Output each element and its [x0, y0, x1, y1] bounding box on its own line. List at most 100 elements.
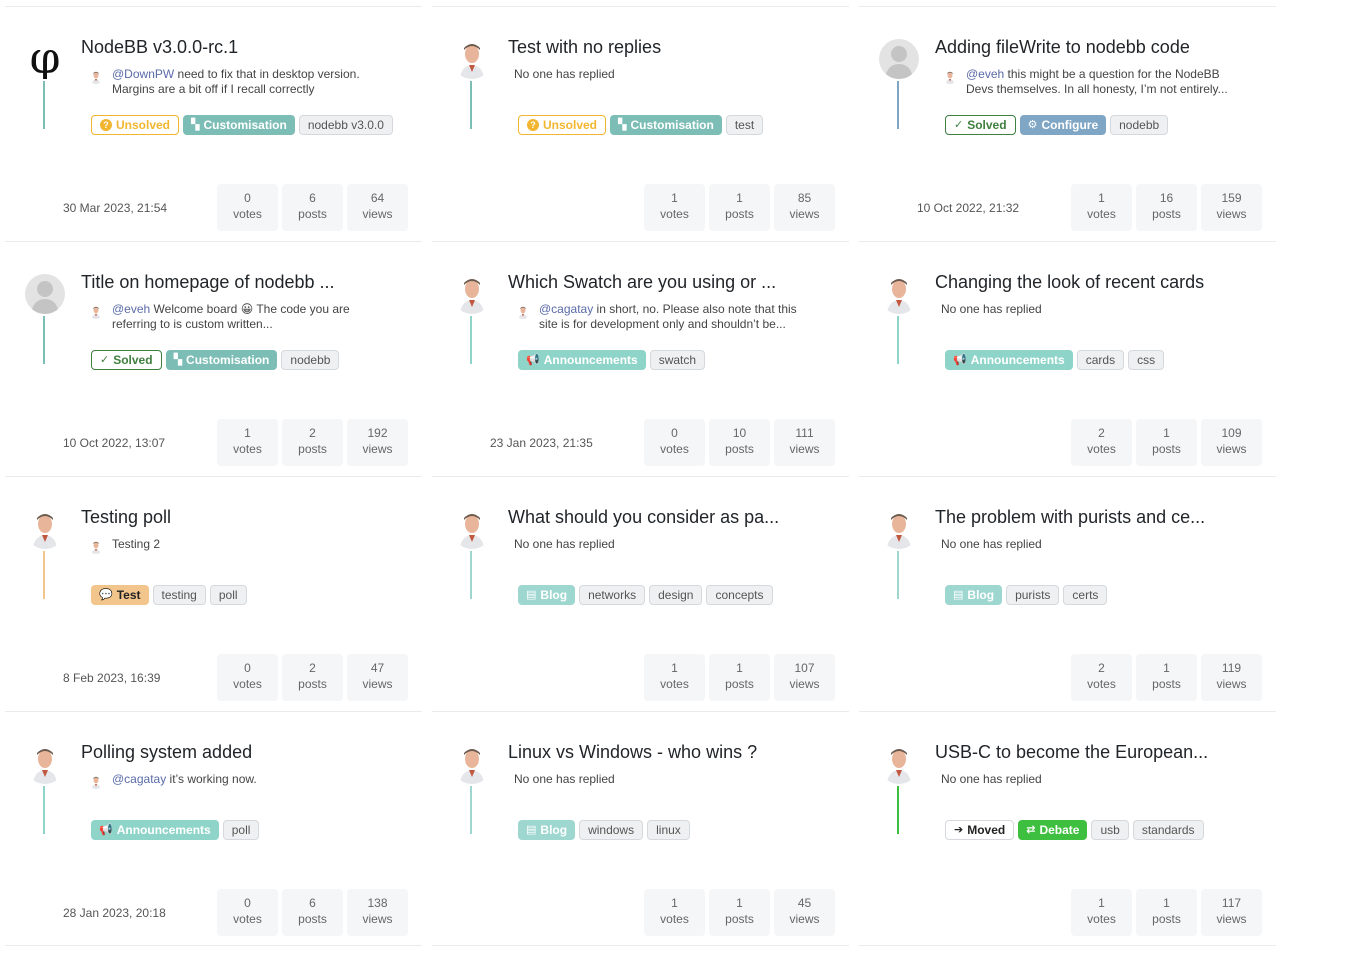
views-count: 117 views [1201, 889, 1262, 936]
badge-icon: ▚ [173, 354, 183, 366]
views-number: 47 [370, 661, 385, 675]
category-badge[interactable]: ▚ Customisation [165, 350, 278, 370]
category-badge[interactable]: 💬 Test [91, 585, 149, 605]
tag[interactable]: usb [1091, 820, 1129, 840]
topic-title[interactable]: Changing the look of recent cards [935, 272, 1204, 293]
avatar[interactable] [452, 274, 492, 314]
topic-card[interactable]: Adding fileWrite to nodebb code @eveh thi… [859, 6, 1276, 241]
teaser-avatar[interactable] [89, 540, 103, 554]
status-badge[interactable]: ✓ Solved [945, 115, 1016, 135]
teaser-avatar[interactable] [943, 70, 957, 84]
category-badge[interactable]: 📢 Announcements [518, 350, 646, 370]
avatar[interactable] [452, 744, 492, 784]
topic-title[interactable]: Adding fileWrite to nodebb code [935, 37, 1190, 58]
category-badge[interactable]: ▤ Blog [518, 585, 576, 605]
tag[interactable]: swatch [649, 350, 706, 370]
tag[interactable]: poll [222, 820, 260, 840]
teaser-avatar[interactable] [89, 305, 103, 319]
topic-title[interactable]: What should you consider as pa... [508, 507, 779, 528]
topic-title[interactable]: Title on homepage of nodebb ... [81, 272, 335, 293]
avatar[interactable] [452, 509, 492, 549]
avatar[interactable] [879, 509, 919, 549]
tag[interactable]: linux [647, 820, 690, 840]
avatar[interactable] [879, 274, 919, 314]
teaser-user-link[interactable]: @cagatay [539, 302, 593, 316]
tag[interactable]: purists [1006, 585, 1060, 605]
category-badge[interactable]: ⚙ Configure [1019, 115, 1107, 135]
teaser-text: No one has replied [514, 67, 816, 82]
category-badge[interactable]: ▤ Blog [518, 820, 576, 840]
posts-count: 1 posts [1136, 654, 1197, 701]
status-badge[interactable]: ? Unsolved [91, 115, 180, 135]
tag[interactable]: concepts [706, 585, 773, 605]
topic-title[interactable]: Polling system added [81, 742, 252, 763]
topic-card[interactable]: Title on homepage of nodebb ... @eveh Wel… [5, 241, 422, 476]
topic-card[interactable]: Test with no replies No one has replied ? U… [432, 6, 849, 241]
tag[interactable]: testing [152, 585, 206, 605]
topic-card[interactable]: USB-C to become the European... No one ha… [859, 711, 1276, 946]
teaser-text: @DownPW need to fix that in desktop vers… [112, 67, 389, 97]
tag[interactable]: standards [1132, 820, 1204, 840]
posts-number: 1 [1163, 896, 1170, 910]
topic-title[interactable]: Which Swatch are you using or ... [508, 272, 776, 293]
topic-card[interactable]: The problem with purists and ce... No one… [859, 476, 1276, 711]
category-badge[interactable]: ▤ Blog [945, 585, 1003, 605]
logo-icon[interactable]: φ [25, 39, 65, 79]
avatar[interactable] [452, 39, 492, 79]
teaser-user-link[interactable]: @eveh [966, 67, 1004, 81]
tag[interactable]: networks [579, 585, 646, 605]
avatar[interactable] [25, 274, 65, 314]
topic-title[interactable]: NodeBB v3.0.0-rc.1 [81, 37, 238, 58]
views-label: views [1216, 442, 1247, 456]
tag[interactable]: certs [1063, 585, 1108, 605]
teaser-avatar[interactable] [89, 70, 103, 84]
tag-label: Debate [1039, 823, 1080, 837]
tag-label: Blog [540, 588, 568, 602]
topic-title[interactable]: Test with no replies [508, 37, 661, 58]
tag[interactable]: nodebb v3.0.0 [298, 115, 393, 135]
category-badge[interactable]: ⇄ Debate [1018, 820, 1088, 840]
tag[interactable]: windows [579, 820, 644, 840]
topic-card[interactable]: φ NodeBB v3.0.0-rc.1 @DownPW need to fix t… [5, 6, 422, 241]
avatar[interactable] [879, 39, 919, 79]
category-badge[interactable]: 📢 Announcements [945, 350, 1073, 370]
topic-card[interactable]: Polling system added @cagatay it’s workin… [5, 711, 422, 946]
tag[interactable]: cards [1076, 350, 1125, 370]
topic-card[interactable]: Testing poll Testing 2 💬 Test testing poll 8 F… [5, 476, 422, 711]
topic-title[interactable]: Testing poll [81, 507, 171, 528]
tag-label: poll [218, 588, 238, 602]
posts-label: posts [1152, 912, 1181, 926]
avatar[interactable] [25, 509, 65, 549]
tag[interactable]: test [725, 115, 764, 135]
category-badge[interactable]: ▚ Customisation [610, 115, 722, 135]
category-badge[interactable]: ▚ Customisation [183, 115, 295, 135]
topic-card[interactable]: What should you consider as pa... No one … [432, 476, 849, 711]
moved-badge[interactable]: ➔ Moved [945, 820, 1015, 840]
topic-timestamp: 28 Jan 2023, 20:18 [63, 906, 166, 920]
tag-label: Configure [1041, 118, 1099, 132]
topic-card[interactable]: Linux vs Windows - who wins ? No one has … [432, 711, 849, 946]
tag[interactable]: design [649, 585, 703, 605]
views-number: 138 [367, 896, 388, 910]
tag[interactable]: css [1128, 350, 1165, 370]
teaser-user-link[interactable]: @eveh [112, 302, 150, 316]
topic-title[interactable]: USB-C to become the European... [935, 742, 1208, 763]
status-badge[interactable]: ? Unsolved [518, 115, 607, 135]
topic-title[interactable]: Linux vs Windows - who wins ? [508, 742, 757, 763]
category-badge[interactable]: 📢 Announcements [91, 820, 219, 840]
avatar[interactable] [879, 744, 919, 784]
teaser-user-link[interactable]: @DownPW [112, 67, 174, 81]
topic-title[interactable]: The problem with purists and ce... [935, 507, 1205, 528]
tag[interactable]: nodebb [1110, 115, 1169, 135]
teaser-avatar[interactable] [89, 775, 103, 789]
topic-card[interactable]: Changing the look of recent cards No one … [859, 241, 1276, 476]
teaser-avatar[interactable] [516, 305, 530, 319]
topic-card[interactable]: Which Swatch are you using or ... @cagata… [432, 241, 849, 476]
tag[interactable]: nodebb [281, 350, 340, 370]
status-badge[interactable]: ✓ Solved [91, 350, 162, 370]
teaser-user-link[interactable]: @cagatay [112, 772, 166, 786]
views-count: 119 views [1201, 654, 1262, 701]
avatar[interactable] [25, 744, 65, 784]
views-count: 109 views [1201, 419, 1262, 466]
tag[interactable]: poll [209, 585, 247, 605]
